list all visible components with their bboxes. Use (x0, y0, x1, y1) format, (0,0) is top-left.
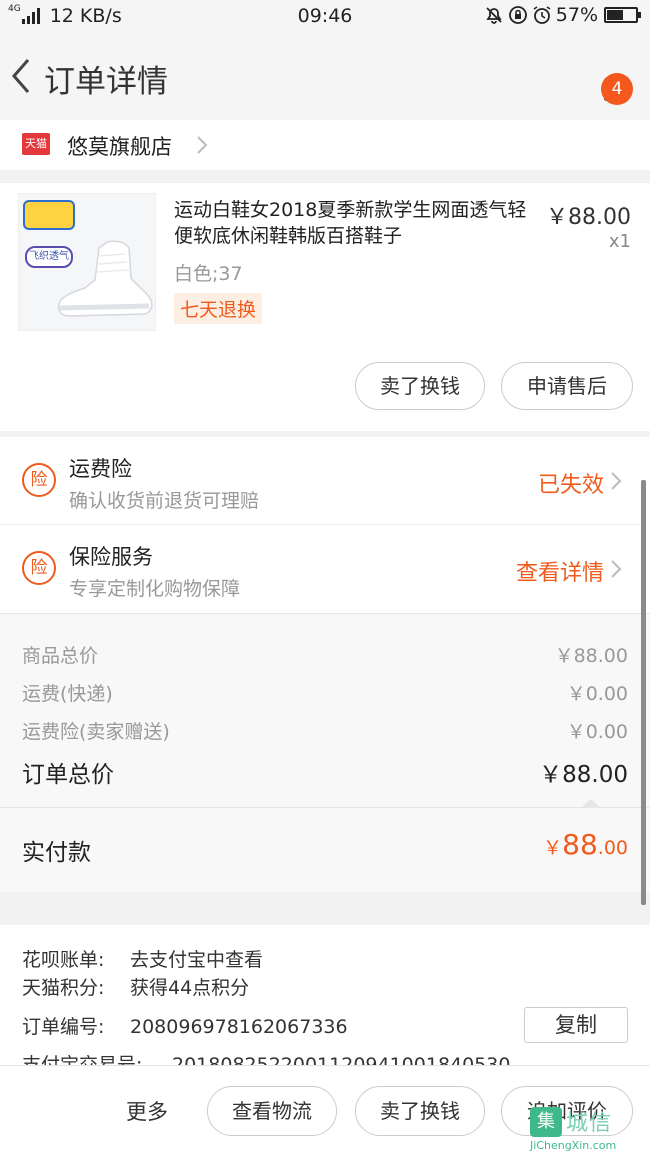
summary-label: 运费(快递) (22, 683, 113, 705)
order-total: 订单总价 ￥88.00 (22, 755, 628, 789)
view-logistics-button[interactable]: 查看物流 (207, 1086, 337, 1136)
product-quantity: x1 (608, 231, 631, 252)
more-actions-button[interactable]: 更多 (126, 1096, 168, 1126)
shop-name: 悠莫旗舰店 (67, 135, 172, 159)
insurance-icon: 险 (22, 551, 56, 585)
tmall-logo: 天猫 (22, 133, 50, 155)
thumbs-up-sticker (23, 200, 75, 230)
alipay-line: 支付宝交易号: 2018082522001120941001840530 (22, 1050, 510, 1065)
price-summary: 商品总价 ￥88.00 运费(快递) ￥0.00 运费险(卖家赠送) ￥0.00… (0, 613, 650, 892)
summary-value: ￥0.00 (566, 721, 628, 743)
summary-label: 运费险(卖家赠送) (22, 721, 170, 743)
shop-row[interactable]: 天猫 悠莫旗舰店 (0, 120, 650, 170)
paid-decimal: .00 (597, 837, 628, 859)
battery-percent: 57% (555, 4, 598, 26)
order-number-line: 订单编号: 208096978162067336 (22, 1012, 348, 1039)
status-right: 57% (484, 4, 641, 26)
copy-button[interactable]: 复制 (524, 1007, 628, 1043)
insurance-desc: 专享定制化购物保障 (69, 578, 241, 600)
info-key: 天猫积分: (22, 977, 105, 999)
watermark-logo: 集 (530, 1107, 562, 1137)
paid-label: 实付款 (22, 840, 91, 866)
order-total-value: ￥88.00 (539, 762, 628, 788)
product-title[interactable]: 运动白鞋女2018夏季新款学生网面透气轻便软底休闲鞋韩版百搭鞋子 (174, 197, 532, 249)
page-title: 订单详情 (44, 64, 168, 100)
product-image[interactable]: 飞织透气 (18, 193, 156, 331)
order-info: 花呗账单: 去支付宝中查看 天猫积分: 获得44点积分 订单编号: 208096978… (0, 925, 650, 1065)
info-value: 获得44点积分 (130, 977, 250, 999)
watermark-url: JiChengXin.com (530, 1139, 617, 1152)
insurance-service-row[interactable]: 险 保险服务 专享定制化购物保障 查看详情 (0, 525, 640, 613)
battery-fill (607, 10, 623, 20)
insurance-section: 险 运费险 确认收货前退货可理赔 已失效 险 保险服务 专享定制化购物保障 查看… (0, 437, 650, 613)
notification-badge: 4 (601, 73, 633, 105)
insurance-desc: 确认收货前退货可理赔 (69, 490, 260, 512)
paid-amount-box: 实付款 ￥88.00 (0, 807, 650, 892)
product-price: ￥88.00 (546, 205, 631, 230)
chevron-right-icon (608, 469, 624, 493)
sell-button[interactable]: 卖了换钱 (355, 1086, 485, 1136)
paid-integer: 88 (562, 828, 598, 861)
chevron-right-icon (193, 134, 211, 156)
order-total-label: 订单总价 (22, 762, 114, 788)
info-key: 花呗账单: (22, 949, 105, 971)
insurance-status: 查看详情 (515, 561, 604, 586)
summary-value: ￥88.00 (554, 645, 628, 667)
alarm-icon (532, 5, 552, 25)
product-card: 飞织透气 运动白鞋女2018夏季新款学生网面透气轻便软底休闲鞋韩版百搭鞋子 ￥8… (0, 183, 650, 431)
mute-icon (484, 5, 504, 25)
battery-icon (604, 7, 641, 23)
paid-currency: ￥ (543, 837, 563, 859)
after-sale-button[interactable]: 申请售后 (501, 362, 633, 410)
info-key: 订单编号: (22, 1016, 105, 1038)
huabei-line: 花呗账单: 去支付宝中查看 (22, 945, 263, 972)
insurance-name: 运费险 (69, 457, 132, 481)
sneaker-image (57, 240, 153, 317)
huabei-link[interactable]: 去支付宝中查看 (130, 949, 263, 971)
insurance-name: 保险服务 (69, 545, 153, 569)
order-number: 208096978162067336 (130, 1016, 348, 1038)
paid-amount: ￥88.00 (543, 828, 628, 861)
back-button[interactable] (8, 56, 36, 96)
watermark-name: 城信 (566, 1111, 613, 1136)
shipping-insurance-row[interactable]: 险 运费险 确认收货前退货可理赔 已失效 (0, 437, 640, 525)
rotation-lock-icon (508, 5, 528, 25)
product-spec: 白色;37 (174, 263, 243, 285)
app-header: 订单详情 4 (0, 34, 650, 120)
chevron-right-icon (608, 557, 624, 581)
summary-value: ￥0.00 (566, 683, 628, 705)
alipay-number: 2018082522001120941001840530 (172, 1054, 511, 1065)
summary-line: 运费险(卖家赠送) ￥0.00 (22, 717, 628, 744)
status-bar: 4G 12 KB/s 09:46 57% (0, 0, 650, 34)
insurance-icon: 险 (22, 463, 56, 497)
summary-line: 运费(快递) ￥0.00 (22, 679, 628, 706)
insurance-status: 已失效 (537, 473, 604, 498)
points-line: 天猫积分: 获得44点积分 (22, 973, 249, 1000)
scrollbar[interactable] (641, 480, 646, 905)
summary-label: 商品总价 (22, 645, 99, 667)
watermark: 集 城信 JiChengXin.com (522, 1105, 650, 1155)
summary-line: 商品总价 ￥88.00 (22, 641, 628, 668)
return-policy-tag: 七天退换 (174, 293, 263, 324)
info-key: 支付宝交易号: (22, 1054, 143, 1065)
sell-button[interactable]: 卖了换钱 (355, 362, 485, 410)
